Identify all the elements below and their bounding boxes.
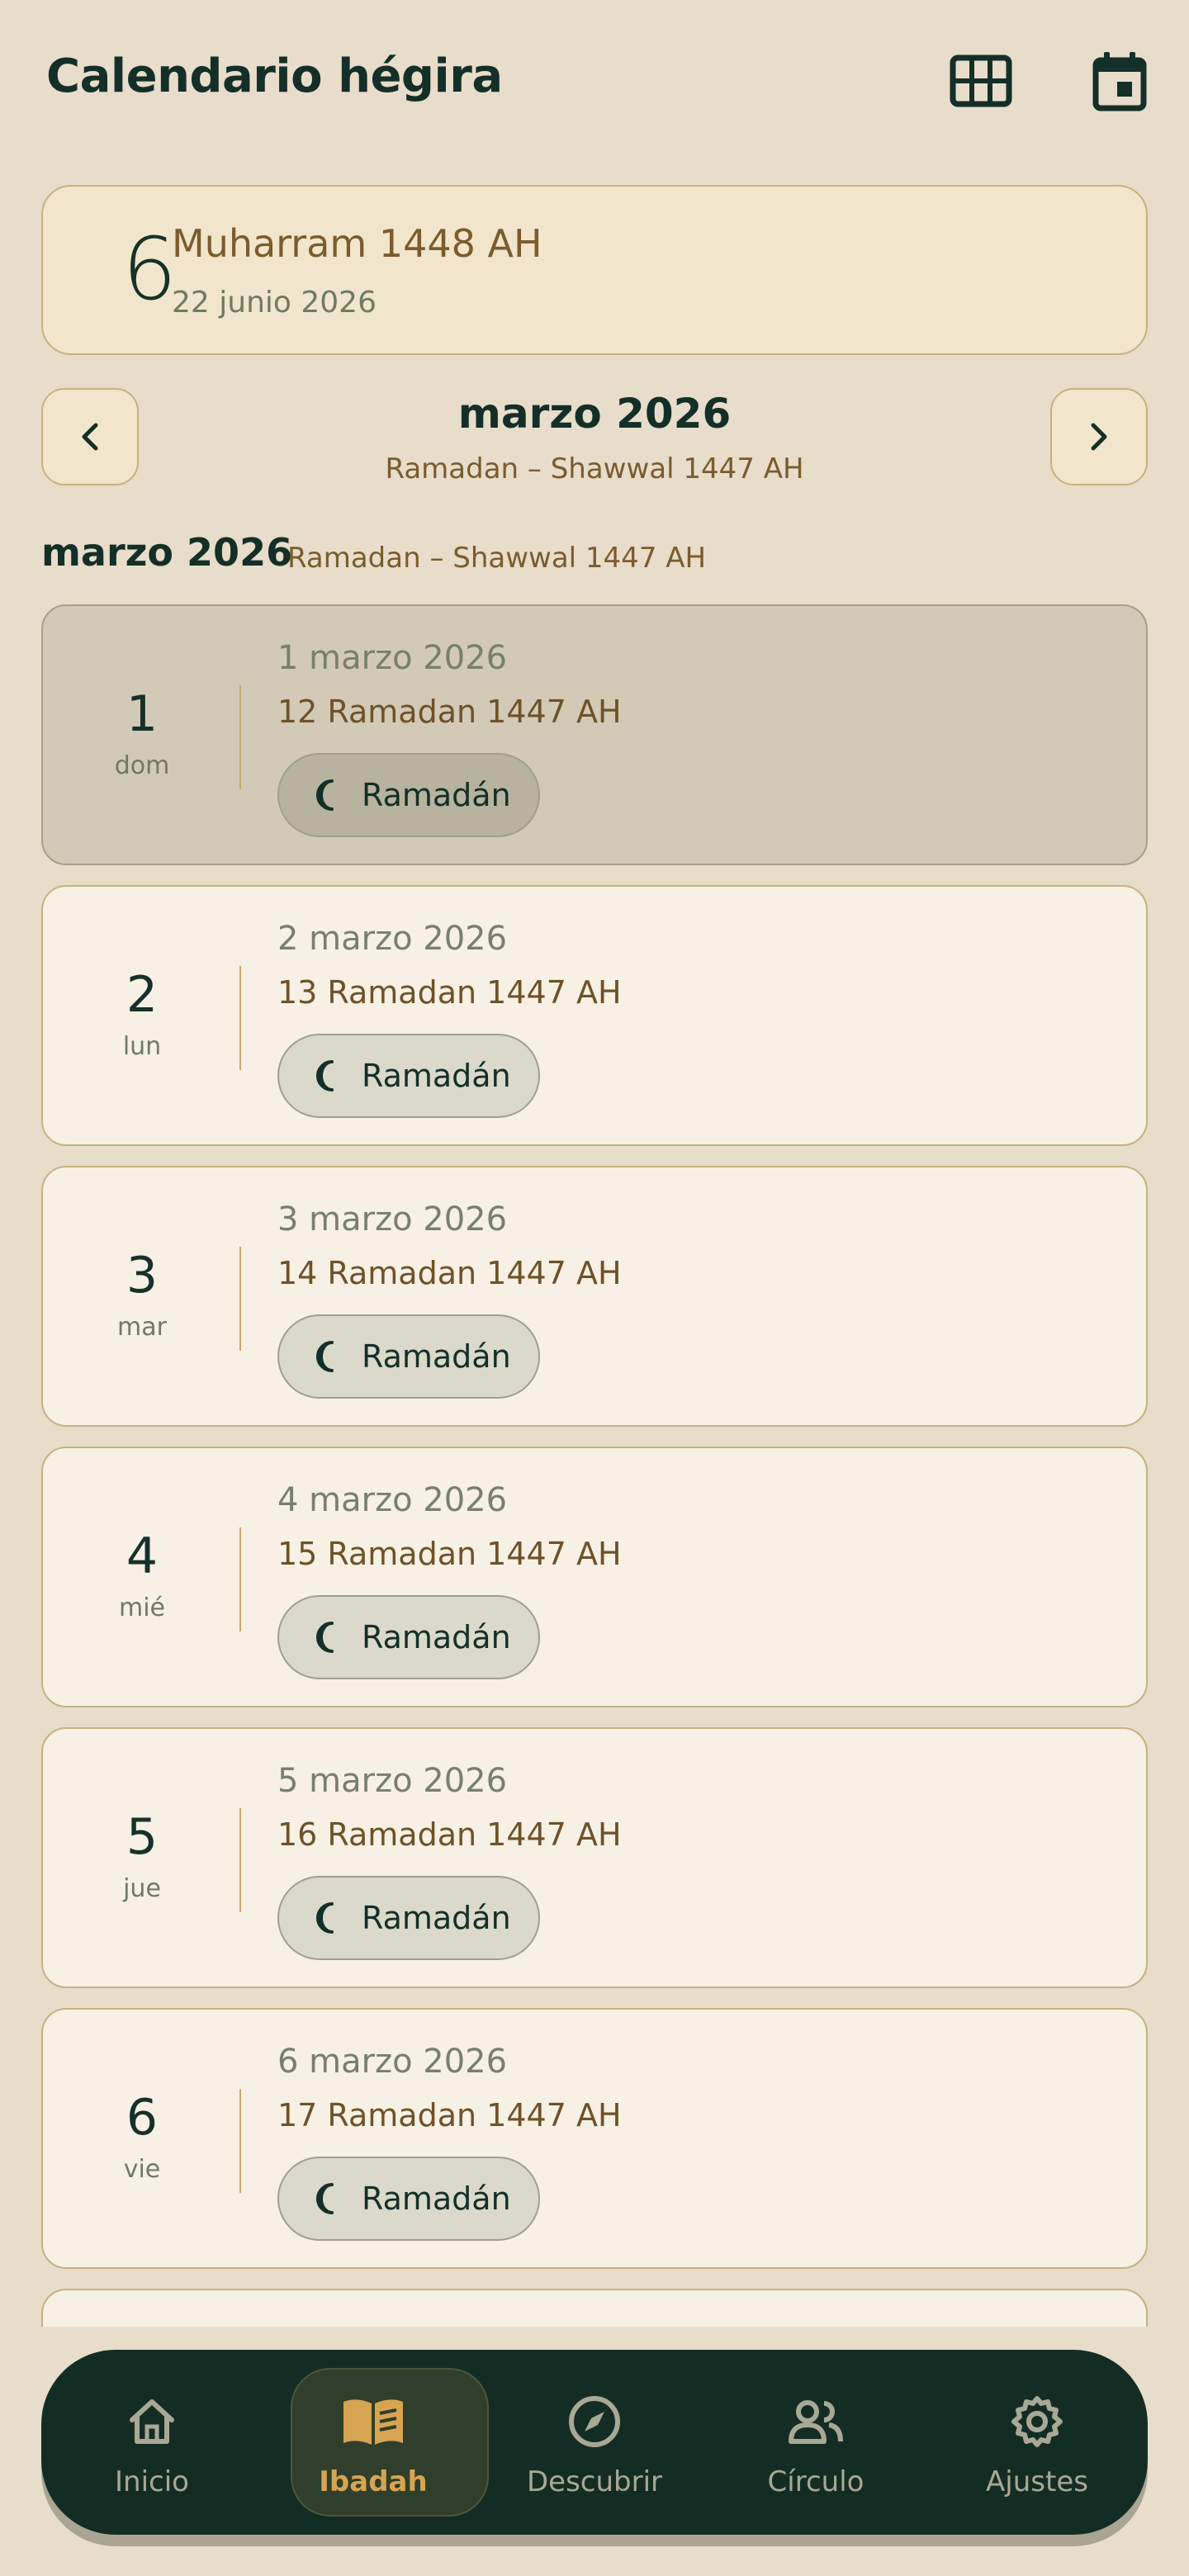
crescent-moon-icon (316, 2183, 334, 2214)
event-chip[interactable]: Ramadán (277, 1314, 540, 1399)
weekday-label: mar (117, 1313, 167, 1342)
book-icon (343, 2399, 403, 2445)
nav-label: Inicio (115, 2465, 189, 2498)
day-card[interactable]: 2 lun 2 marzo 2026 13 Ramadan 1447 AH Ra… (41, 885, 1148, 1146)
day-card-partial[interactable] (41, 2289, 1148, 2327)
gear-icon (1011, 2396, 1063, 2447)
day-number: 4 (126, 1527, 159, 1585)
home-icon (130, 2399, 174, 2444)
nav-label: Ajustes (986, 2465, 1088, 2498)
event-chip[interactable]: Ramadán (277, 1876, 540, 1960)
event-chip[interactable]: Ramadán (277, 1034, 540, 1118)
day-number: 5 (126, 1808, 159, 1866)
weekday-label: lun (122, 1032, 162, 1061)
nav-label: Círculo (767, 2465, 865, 2498)
nav-item-ibadah[interactable]: Ibadah (263, 2350, 489, 2535)
gregorian-date: 3 marzo 2026 (277, 1200, 508, 1238)
hijri-date: 12 Ramadan 1447 AH (277, 694, 622, 730)
day-number: 3 (126, 1247, 159, 1305)
nav-item-inicio[interactable]: Inicio (41, 2350, 263, 2535)
hijri-date: 16 Ramadan 1447 AH (277, 1816, 622, 1853)
hijri-date: 14 Ramadan 1447 AH (277, 1255, 622, 1291)
event-chip-label: Ramadán (362, 1338, 511, 1375)
section-month-title: marzo 2026 (41, 530, 293, 575)
weekday-label: vie (123, 2155, 161, 2184)
page-title: Calendario hégira (46, 50, 503, 103)
event-chip-label: Ramadán (362, 777, 511, 813)
day-list[interactable]: 1 dom 1 marzo 2026 12 Ramadan 1447 AH Ra… (0, 603, 1189, 2327)
crescent-moon-icon (316, 1341, 334, 1372)
divider (239, 1808, 241, 1912)
event-chip-label: Ramadán (362, 1058, 511, 1094)
today-day-number: 6 (122, 219, 178, 320)
day-card[interactable]: 3 mar 3 marzo 2026 14 Ramadan 1447 AH Ra… (41, 1166, 1148, 1427)
divider (239, 685, 241, 789)
divider (239, 966, 241, 1070)
grid-icon (950, 54, 1012, 107)
day-number: 2 (126, 966, 159, 1024)
compass-icon (569, 2396, 620, 2447)
today-gregorian-date: 22 junio 2026 (172, 286, 377, 320)
today-hijri-date: Muharram 1448 AH (172, 221, 542, 266)
people-icon (789, 2400, 843, 2444)
gregorian-date: 4 marzo 2026 (277, 1481, 508, 1519)
day-card[interactable]: 1 dom 1 marzo 2026 12 Ramadan 1447 AH Ra… (41, 604, 1148, 865)
event-chip-label: Ramadán (362, 2181, 511, 2217)
bottom-navigation: Inicio Ibadah Descubrir Círculo Ajustes (41, 2350, 1148, 2535)
crescent-moon-icon (316, 1060, 334, 1091)
current-month-hijri-range: Ramadan – Shawwal 1447 AH (385, 452, 804, 485)
day-card[interactable]: 5 jue 5 marzo 2026 16 Ramadan 1447 AH Ra… (41, 1727, 1148, 1988)
next-month-button[interactable] (1050, 388, 1148, 485)
nav-label: Descubrir (526, 2465, 663, 2498)
current-month-title: marzo 2026 (457, 390, 732, 438)
day-number: 1 (126, 685, 159, 743)
section-hijri-range: Ramadan – Shawwal 1447 AH (287, 542, 707, 575)
hijri-date: 15 Ramadan 1447 AH (277, 1536, 622, 1572)
event-chip-label: Ramadán (362, 1619, 511, 1655)
nav-item-circulo[interactable]: Círculo (705, 2350, 926, 2535)
day-card[interactable]: 4 mié 4 marzo 2026 15 Ramadan 1447 AH Ra… (41, 1447, 1148, 1707)
today-card[interactable]: 6 Muharram 1448 AH 22 junio 2026 (41, 185, 1148, 355)
weekday-label: mié (118, 1593, 165, 1622)
hijri-date: 13 Ramadan 1447 AH (277, 974, 622, 1011)
app-header: Calendario hégira (0, 0, 1189, 165)
day-number: 6 (126, 2089, 159, 2147)
calendar-icon (1092, 52, 1147, 111)
weekday-label: dom (114, 751, 170, 780)
weekday-label: jue (123, 1874, 161, 1903)
divider (239, 1527, 241, 1631)
nav-label: Ibadah (319, 2465, 428, 2498)
chevron-right-icon (1091, 423, 1107, 451)
crescent-moon-icon (316, 1902, 334, 1934)
gregorian-date: 1 marzo 2026 (277, 639, 508, 677)
event-chip[interactable]: Ramadán (277, 753, 540, 837)
hijri-date: 17 Ramadan 1447 AH (277, 2097, 622, 2133)
day-card[interactable]: 6 vie 6 marzo 2026 17 Ramadan 1447 AH Ra… (41, 2008, 1148, 2269)
nav-item-ajustes[interactable]: Ajustes (926, 2350, 1148, 2535)
gregorian-date: 5 marzo 2026 (277, 1762, 508, 1800)
divider (239, 1247, 241, 1351)
event-chip[interactable]: Ramadán (277, 1595, 540, 1679)
event-chip-label: Ramadán (362, 1900, 511, 1936)
event-chip[interactable]: Ramadán (277, 2157, 540, 2241)
gregorian-date: 6 marzo 2026 (277, 2043, 508, 2081)
crescent-moon-icon (316, 779, 334, 811)
divider (239, 2089, 241, 2193)
nav-item-descubrir[interactable]: Descubrir (484, 2350, 705, 2535)
calendar-view-button[interactable] (1085, 46, 1154, 116)
crescent-moon-icon (316, 1622, 334, 1653)
gregorian-date: 2 marzo 2026 (277, 920, 508, 958)
grid-view-button[interactable] (946, 46, 1016, 116)
